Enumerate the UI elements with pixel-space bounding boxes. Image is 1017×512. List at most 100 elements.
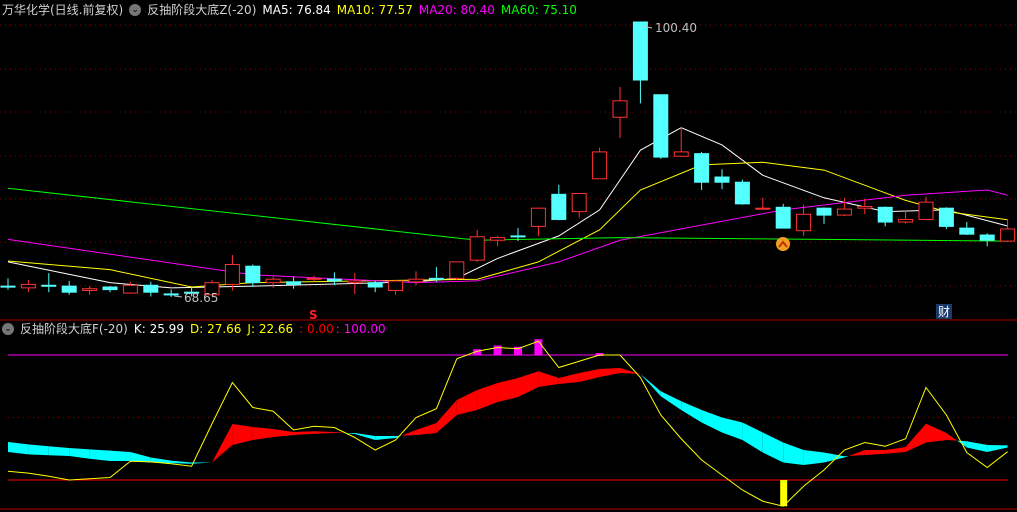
candle-body [734,181,750,205]
ribbon-down-segment [681,401,702,423]
ribbon-up-segment [456,390,478,415]
ribbon-up-segment [252,427,274,440]
candle-body [510,235,526,238]
candle-body [82,288,98,291]
k-value: K: 25.99 [133,322,184,336]
candle-body [959,227,975,235]
ribbon-down-segment [110,450,131,461]
candle [836,197,852,216]
indicator-menu-icon[interactable]: ⌄ [129,4,142,16]
candle [20,280,36,293]
candle-body [694,153,710,183]
candle [530,207,546,236]
candle-body [653,94,669,158]
lower-panel-header: ⌄ 反抽阶段大底F(-20) K: 25.99 D: 27.66 J: 22.6… [2,320,392,338]
ma10-value: MA10: 77.57 [336,3,413,17]
candle-body [1000,228,1016,242]
ribbon-up-segment [232,424,253,445]
candle [367,280,383,293]
candle [898,210,914,224]
low-ref-value: : 0.00 [299,322,334,336]
candle-body [469,236,485,261]
ribbon-down-segment [8,442,29,455]
lower-indicator-panel [0,339,1017,510]
ribbon-up-segment [620,368,641,374]
ma60-value: MA60: 75.10 [500,3,577,17]
candle-body [877,206,893,223]
ribbon-down-segment [660,391,682,410]
ribbon-up-segment [599,368,620,377]
low-price-label: 68.65 [184,291,218,305]
up-signal-icon[interactable] [776,237,790,251]
candle-body [673,151,689,157]
ribbon-down-segment [48,446,70,456]
ribbon-down-segment [844,456,849,458]
candle [694,151,710,191]
candle-body [102,286,118,291]
main-chart-header: 万华化学(日线.前复权) ⌄ 反抽阶段大底Z(-20) MA5: 76.84 M… [2,1,583,19]
ribbon-down-segment [69,448,90,459]
ribbon-down-segment [966,441,988,452]
candle-body [918,201,934,220]
ribbon-down-segment [824,452,845,463]
candle [653,94,669,159]
candle [224,254,240,291]
candle [326,272,342,286]
finance-badge-label: 财 [938,305,950,319]
candle-body [143,284,159,293]
candle [428,267,444,282]
candle-body [612,100,628,118]
candle [775,203,791,229]
candle-body [979,234,995,241]
ribbon-down-segment [640,374,661,397]
candle-body [428,277,444,280]
j-value: J: 22.66 [247,322,294,336]
candle-body [898,218,914,223]
ma20-line [7,189,1008,284]
ribbon-up-segment [905,423,926,452]
candlesticks[interactable] [0,21,1016,297]
upper-grid [0,24,1017,287]
candle [551,184,567,221]
candle-body [796,213,812,232]
candle [449,261,465,281]
ribbon-up-segment [579,369,600,382]
candle-body [408,278,424,283]
candle [286,276,302,289]
ribbon-up-segment [885,447,906,454]
ribbon-up-segment [314,431,335,434]
candle-body [163,293,179,296]
candle [61,280,77,295]
candle-body [41,284,57,287]
finance-badge[interactable]: 财 [936,304,952,319]
ribbon-up-segment [293,431,314,435]
candle [714,169,730,190]
high-ref-value: : 100.00 [335,322,386,336]
candle-body [265,278,281,284]
candle-body [224,263,240,285]
candle-body [347,280,363,284]
ribbon-down-segment [171,460,192,464]
indicator-name[interactable]: 反抽阶段大底Z(-20) [147,1,256,19]
ribbon-down-segment [803,450,824,465]
candle-body [20,283,36,289]
d-value: D: 27.66 [189,322,242,336]
ma60-line [7,187,1008,242]
lower-indicator-name[interactable]: 反抽阶段大底F(-20) [20,320,128,338]
candle-body [816,207,832,216]
candle [245,264,261,287]
ribbon-up-segment [477,383,498,410]
candle-body [632,21,648,81]
ribbon-up-segment [946,433,958,441]
top-signal-bar [493,345,502,355]
candle-body [490,237,506,241]
indicator-menu-icon[interactable]: ⌄ [2,323,14,335]
candle-body [714,176,730,183]
ribbon-down-segment [742,422,763,453]
high-price-label: 100.40 [655,21,697,35]
stock-title: 万华化学(日线.前复权) [2,3,124,17]
candle-body [388,280,404,291]
candle-body [306,277,322,280]
ribbon-down-segment [89,449,110,461]
candle [673,126,689,158]
